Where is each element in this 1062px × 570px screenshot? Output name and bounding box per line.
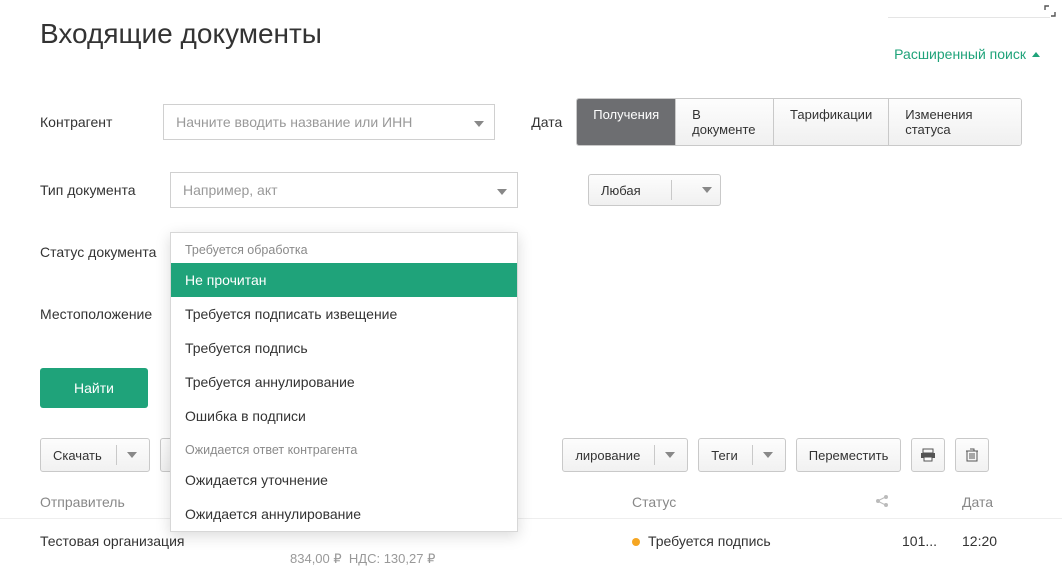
date-range-select[interactable]: Любая <box>588 174 721 206</box>
chevron-down-icon <box>702 187 712 193</box>
col-status: Статус <box>632 494 862 510</box>
row-status: Требуется подпись <box>632 533 862 549</box>
page-title: Входящие документы <box>40 18 322 50</box>
row-date: 12:20 <box>962 533 1022 549</box>
caret-up-icon <box>1032 52 1040 57</box>
chevron-down-icon <box>665 452 675 458</box>
download-label: Скачать <box>53 448 102 463</box>
status-option[interactable]: Требуется аннулирование <box>171 365 517 399</box>
doctype-input[interactable]: Например, акт <box>170 172 518 208</box>
date-range-value: Любая <box>601 183 641 198</box>
chevron-down-icon <box>763 452 773 458</box>
status-dot-icon <box>632 538 640 546</box>
chevron-down-icon <box>474 114 484 130</box>
row-price: 834,00 ₽ <box>290 551 342 566</box>
delete-button[interactable] <box>955 438 989 472</box>
counterparty-input[interactable]: Начните вводить название или ИНН <box>163 104 495 140</box>
expand-icon[interactable] <box>1044 4 1056 20</box>
date-tab-indoc[interactable]: В документе <box>676 99 774 145</box>
advanced-search-toggle[interactable]: Расширенный поиск <box>876 18 1062 72</box>
row-vat: НДС: 130,27 ₽ <box>349 551 435 566</box>
counterparty-placeholder: Начните вводить название или ИНН <box>176 114 412 130</box>
date-label: Дата <box>531 114 562 130</box>
move-label: Переместить <box>809 448 889 463</box>
row-price-line: 834,00 ₽ НДС: 130,27 ₽ <box>0 551 1062 567</box>
date-tab-tariff[interactable]: Тарификации <box>774 99 889 145</box>
advanced-search-label: Расширенный поиск <box>894 46 1026 62</box>
download-button[interactable]: Скачать <box>40 438 150 472</box>
counterparty-label: Контрагент <box>40 114 163 130</box>
location-label: Местоположение <box>40 306 170 322</box>
trash-icon <box>966 448 978 462</box>
status-option[interactable]: Ошибка в подписи <box>171 399 517 433</box>
doctype-placeholder: Например, акт <box>183 182 278 198</box>
table-row[interactable]: Тестовая организация Требуется подпись 1… <box>0 519 1062 555</box>
annul-button[interactable]: лирование <box>562 438 688 472</box>
annul-label: лирование <box>575 448 640 463</box>
print-icon <box>921 448 935 462</box>
routing-icon <box>862 494 902 510</box>
status-group-processing: Требуется обработка <box>171 233 517 263</box>
tags-label: Теги <box>711 448 737 463</box>
date-tab-received[interactable]: Получения <box>577 99 676 145</box>
status-option[interactable]: Ожидается аннулирование <box>171 497 517 531</box>
date-tab-statuschange[interactable]: Изменения статуса <box>889 99 1021 145</box>
row-sender: Тестовая организация <box>40 533 290 549</box>
move-button[interactable]: Переместить <box>796 438 902 472</box>
docstatus-label: Статус документа <box>40 244 170 260</box>
print-button[interactable] <box>911 438 945 472</box>
status-group-awaiting: Ожидается ответ контрагента <box>171 433 517 463</box>
status-dropdown[interactable]: Требуется обработка Не прочитан Требуетс… <box>170 232 518 532</box>
tags-button[interactable]: Теги <box>698 438 785 472</box>
chevron-down-icon <box>127 452 137 458</box>
chevron-down-icon <box>497 182 507 198</box>
date-type-tabs: Получения В документе Тарификации Измене… <box>576 98 1022 146</box>
doctype-label: Тип документа <box>40 182 170 198</box>
status-option[interactable]: Требуется подпись <box>171 331 517 365</box>
status-option[interactable]: Требуется подписать извещение <box>171 297 517 331</box>
col-date: Дата <box>962 494 1022 510</box>
status-option[interactable]: Не прочитан <box>171 263 517 297</box>
status-option[interactable]: Ожидается уточнение <box>171 463 517 497</box>
search-button[interactable]: Найти <box>40 368 148 408</box>
row-num: 101... <box>902 533 962 549</box>
